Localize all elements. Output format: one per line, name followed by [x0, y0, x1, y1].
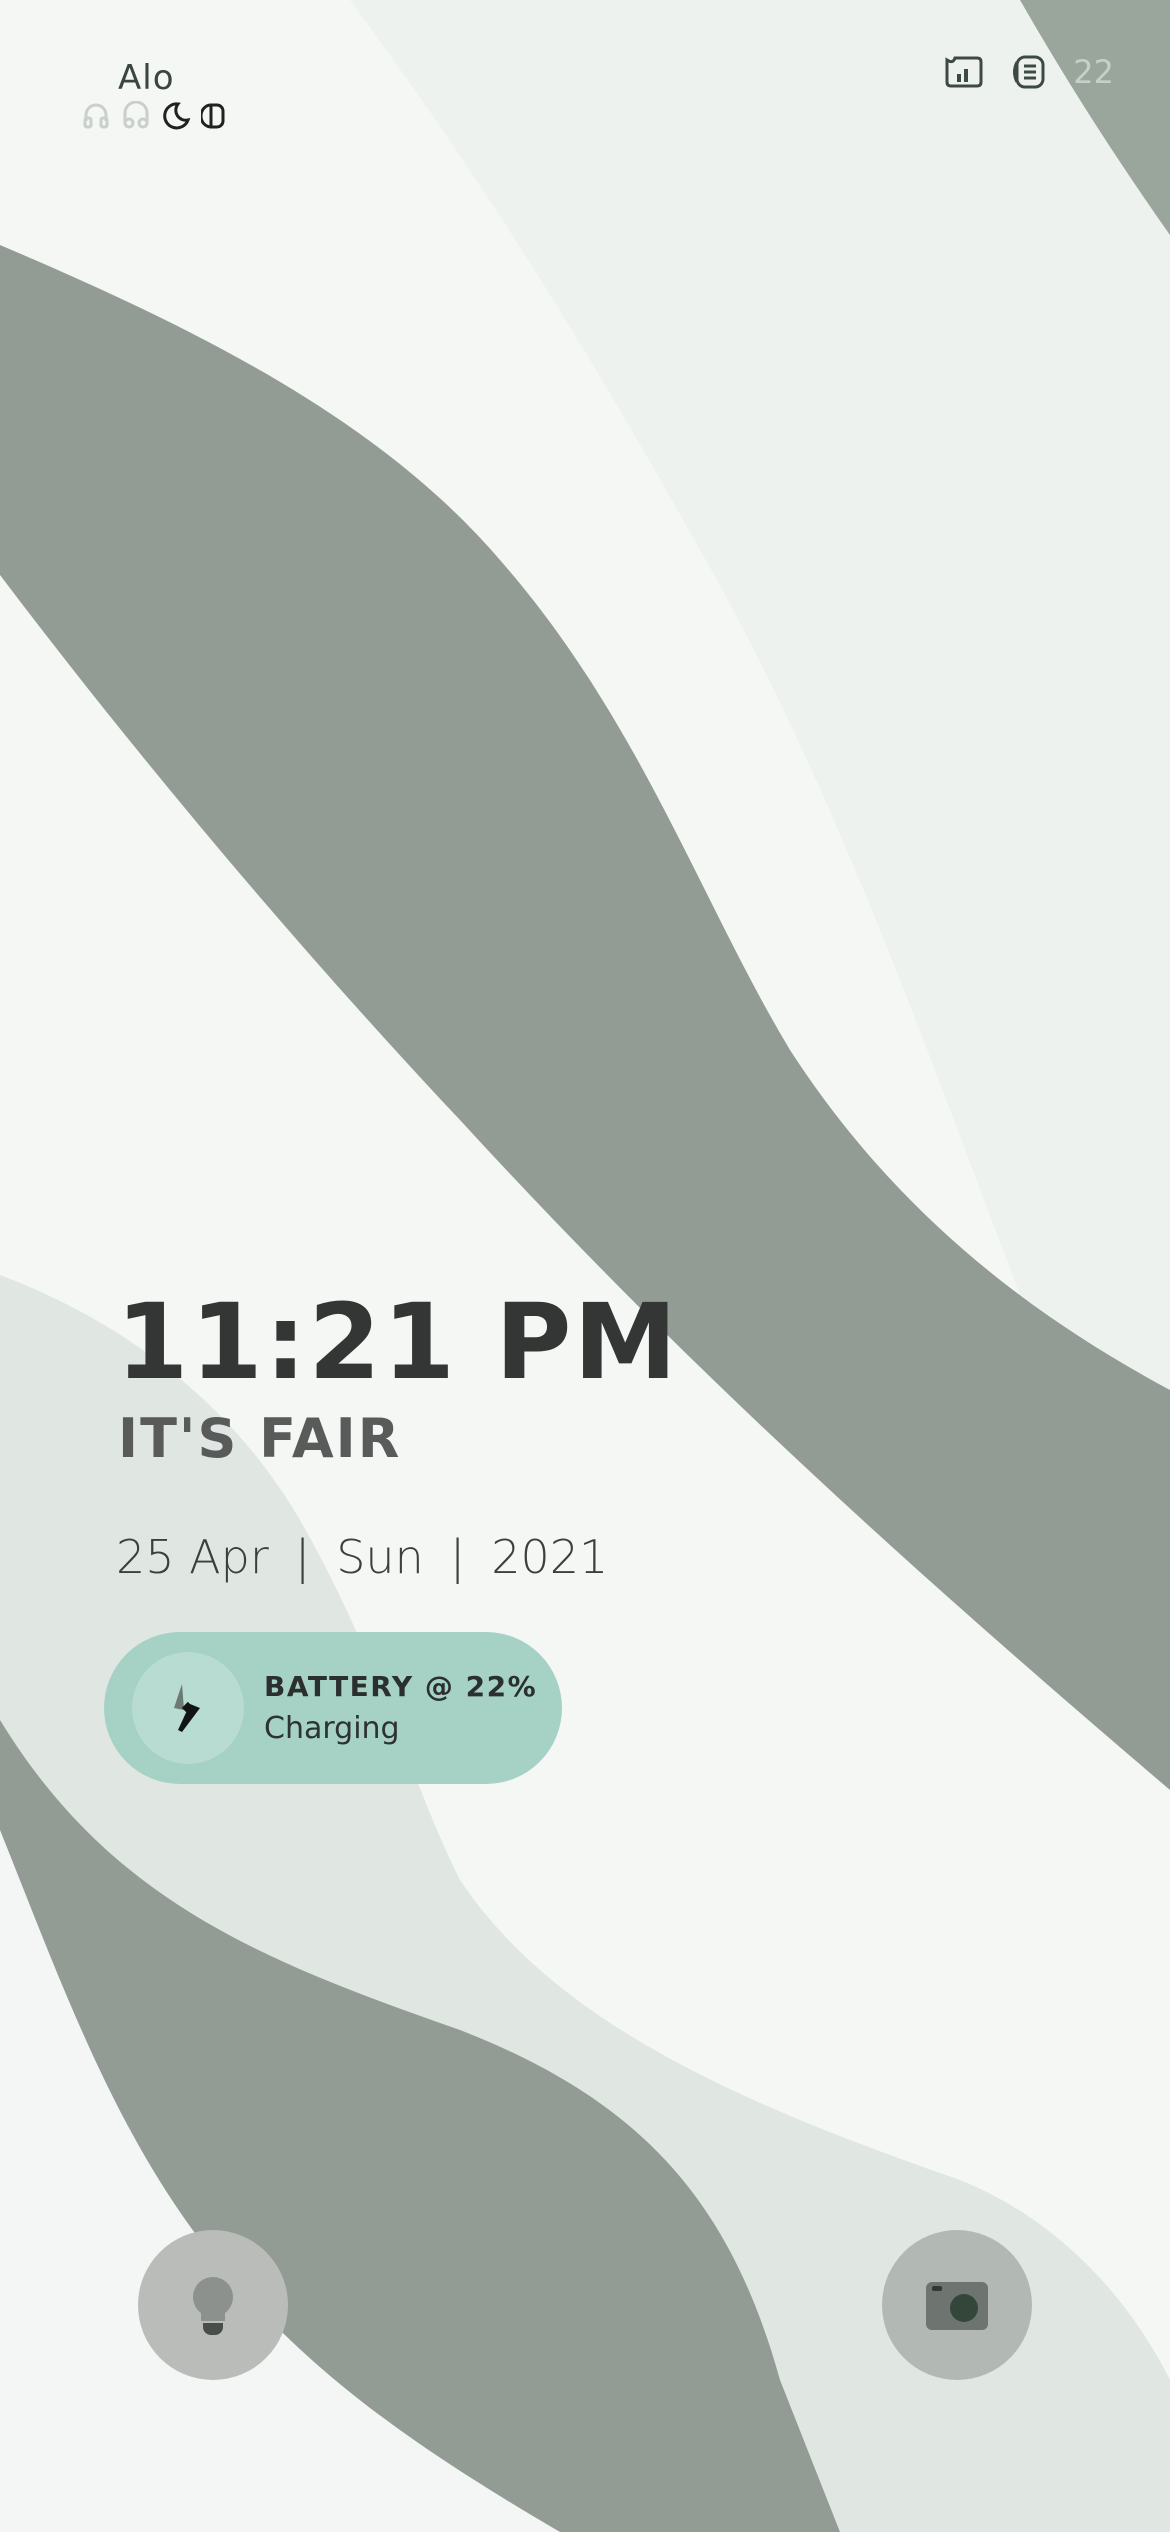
- battery-title: BATTERY @ 22%: [264, 1670, 538, 1703]
- battery-widget: BATTERY @ 22% Charging: [104, 1632, 562, 1784]
- camera-icon: [926, 2282, 988, 2330]
- clock-time: 11:21 PM: [116, 1281, 679, 1403]
- date-row: 25 Apr | Sun | 2021: [116, 1530, 608, 1584]
- lightbulb-icon: [193, 2277, 233, 2335]
- date-separator: |: [449, 1530, 466, 1584]
- date-separator: |: [294, 1530, 311, 1584]
- headphones-icon: [80, 100, 112, 132]
- vibrate-icon: [200, 100, 232, 132]
- weather-status: IT'S FAIR: [118, 1407, 402, 1470]
- flashlight-button[interactable]: [138, 2230, 288, 2380]
- wave-wallpaper: [0, 0, 1170, 2532]
- signal-icon: [941, 50, 985, 94]
- status-icons-right: 22: [941, 50, 1114, 94]
- notes-icon: [1007, 50, 1051, 94]
- battery-level: 22: [1073, 53, 1114, 91]
- camera-button[interactable]: [882, 2230, 1032, 2380]
- date-day-month: 25 Apr: [116, 1530, 269, 1584]
- carrier-name: Alo: [118, 58, 175, 98]
- earbuds-icon: [120, 100, 152, 132]
- battery-status: Charging: [264, 1711, 400, 1746]
- do-not-disturb-moon-icon: [160, 100, 192, 132]
- date-weekday: Sun: [336, 1530, 424, 1584]
- lock-screen: Alo 22 11:21 PM IT'S FAIR 25 Apr | Sun |…: [0, 0, 1170, 2532]
- status-icons-left: [80, 100, 232, 132]
- date-year: 2021: [491, 1530, 609, 1584]
- charging-bolt-icon: [132, 1652, 244, 1764]
